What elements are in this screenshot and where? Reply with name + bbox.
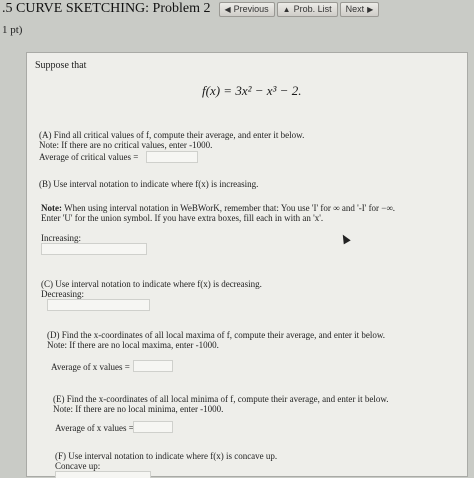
part-c-text: (C) Use interval notation to indicate wh… <box>41 279 262 289</box>
increasing-label: Increasing: <box>41 233 81 243</box>
concave-up-label: Concave up: <box>55 461 101 471</box>
next-label: Next <box>345 4 365 14</box>
part-e-label: Average of x values = <box>55 423 134 433</box>
intro-text: Suppose that <box>35 60 87 71</box>
problem-list-label: Prob. List <box>293 4 332 14</box>
problem-header: .5 CURVE SKETCHING: Problem 2 ◀ Previous… <box>0 0 474 18</box>
part-a-note: Note: If there are no critical values, e… <box>39 140 213 150</box>
mouse-cursor-icon <box>339 232 351 245</box>
triangle-left-icon: ◀ <box>224 4 231 14</box>
interval-note: Note: When using interval notation in We… <box>41 203 395 213</box>
problem-title: .5 CURVE SKETCHING: Problem 2 <box>2 1 211 16</box>
problem-panel: Suppose that f(x) = 3x² − x³ − 2. (A) Fi… <box>26 52 468 478</box>
part-b-text: (B) Use interval notation to indicate wh… <box>39 179 259 189</box>
points-label: 1 pt) <box>2 24 23 36</box>
triangle-right-icon: ▶ <box>367 4 374 14</box>
part-d-note: Note: If there are no local maxima, ente… <box>47 340 219 350</box>
triangle-up-icon: ▲ <box>282 4 291 14</box>
part-e-note: Note: If there are no local minima, ente… <box>53 404 224 414</box>
local-min-input[interactable] <box>133 421 173 433</box>
local-max-input[interactable] <box>133 360 173 372</box>
next-button[interactable]: Next ▶ <box>339 1 380 17</box>
part-a-label: Average of critical values = <box>39 152 139 162</box>
increasing-input[interactable] <box>41 243 147 255</box>
part-d-label: Average of x values = <box>51 362 130 372</box>
note-bold: Note: <box>41 203 62 213</box>
part-f-text: (F) Use interval notation to indicate wh… <box>55 451 278 461</box>
decreasing-input[interactable] <box>47 299 150 311</box>
part-a-text: (A) Find all critical values of f, compu… <box>39 130 305 140</box>
problem-list-button[interactable]: ▲ Prob. List <box>276 1 338 17</box>
previous-button[interactable]: ◀ Previous <box>218 1 275 17</box>
part-e-text: (E) Find the x-coordinates of all local … <box>53 394 389 404</box>
function-equation: f(x) = 3x² − x³ − 2. <box>202 83 302 98</box>
decreasing-label: Decreasing: <box>41 289 84 299</box>
problem-nav: ◀ Previous ▲ Prob. List Next ▶ <box>218 1 380 17</box>
critical-values-input[interactable] <box>146 151 198 163</box>
note-line-2: Enter 'U' for the union symbol. If you h… <box>41 213 324 223</box>
note-line-1: When using interval notation in WeBWorK,… <box>62 203 396 213</box>
previous-label: Previous <box>233 4 269 14</box>
part-d-text: (D) Find the x-coordinates of all local … <box>47 330 386 340</box>
